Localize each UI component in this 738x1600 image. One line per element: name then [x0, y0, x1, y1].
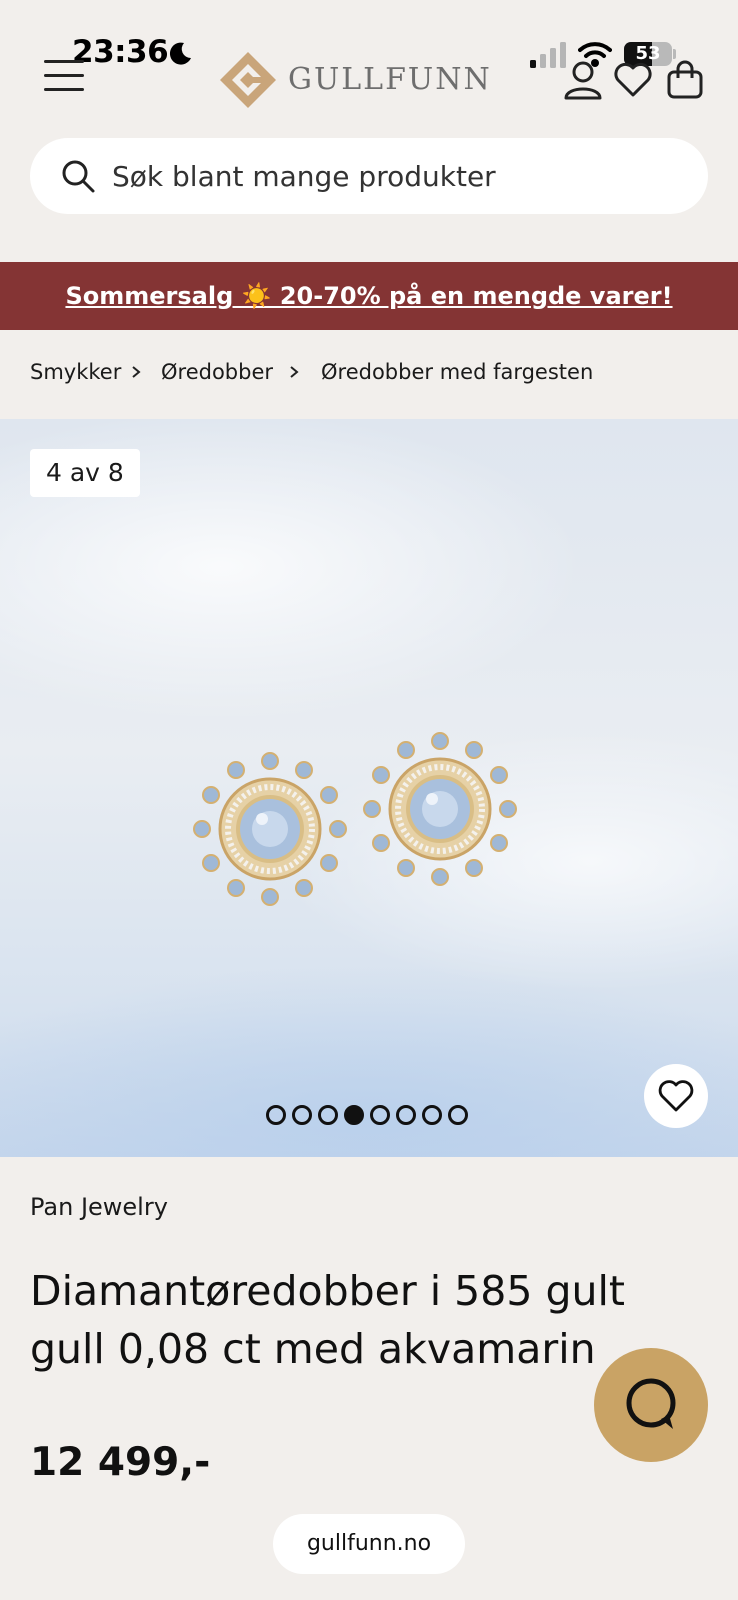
product-brand[interactable]: Pan Jewelry: [30, 1193, 168, 1221]
url-field[interactable]: gullfunn.no: [273, 1514, 465, 1574]
heart-icon: [658, 1080, 694, 1112]
gallery-dot[interactable]: [318, 1105, 338, 1125]
product-title: Diamantøredobber i 585 gult gull 0,08 ct…: [30, 1267, 625, 1373]
gallery-dot[interactable]: [422, 1105, 442, 1125]
logo-mark-icon: [220, 52, 276, 108]
gallery-dot[interactable]: [448, 1105, 468, 1125]
product-image-gallery[interactable]: 4 av 8: [0, 419, 738, 1157]
menu-icon[interactable]: [44, 60, 84, 94]
add-to-wishlist-button[interactable]: [644, 1064, 708, 1128]
gallery-pagination[interactable]: [266, 1105, 476, 1127]
status-time: 23:36: [72, 34, 169, 70]
cart-icon[interactable]: [664, 58, 706, 100]
gallery-dot[interactable]: [370, 1105, 390, 1125]
product-price: 12 499,-: [30, 1440, 211, 1485]
chevron-right-icon: [290, 366, 299, 378]
gallery-dot[interactable]: [396, 1105, 416, 1125]
gallery-dot[interactable]: [344, 1105, 364, 1125]
search-icon: [62, 160, 95, 193]
image-counter: 4 av 8: [30, 449, 140, 497]
wishlist-icon[interactable]: [612, 58, 654, 100]
account-icon[interactable]: [562, 58, 604, 100]
sale-banner[interactable]: Sommersalg ☀️ 20-70% på en mengde varer!: [0, 262, 738, 330]
search-placeholder: Søk blant mange produkter: [112, 160, 496, 193]
breadcrumb-item-oredobber[interactable]: Øredobber: [161, 360, 273, 384]
logo[interactable]: GULLFUNN: [218, 50, 490, 110]
breadcrumb-item-smykker[interactable]: Smykker: [30, 360, 121, 384]
chat-button[interactable]: [594, 1348, 708, 1462]
header: 23:36 GULLFUNN 53: [0, 0, 738, 126]
gallery-dot[interactable]: [266, 1105, 286, 1125]
moon-icon: [169, 42, 191, 65]
product-photo: [193, 732, 517, 906]
logo-text: GULLFUNN: [288, 62, 492, 97]
search-input[interactable]: Søk blant mange produkter: [30, 138, 708, 214]
sale-banner-link[interactable]: Sommersalg ☀️ 20-70% på en mengde varer!: [65, 282, 672, 310]
breadcrumb-item-current: Øredobber med fargesten: [321, 360, 594, 384]
chat-icon: [626, 1378, 676, 1429]
gallery-dot[interactable]: [292, 1105, 312, 1125]
chevron-right-icon: [132, 366, 141, 378]
browser-bottom-bar: gullfunn.no: [0, 1492, 738, 1600]
